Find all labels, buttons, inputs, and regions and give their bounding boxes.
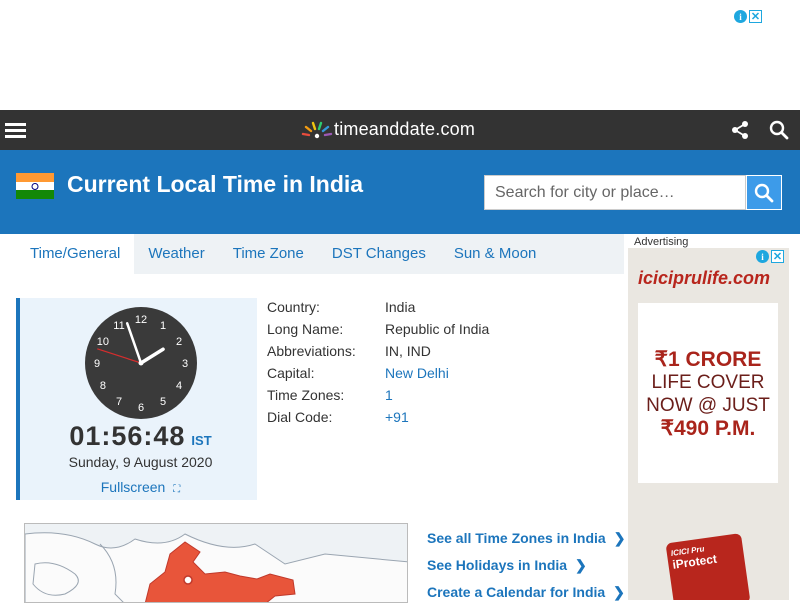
- clock-numeral: 5: [160, 396, 166, 408]
- ad-offer-line: NOW @ JUST: [646, 395, 770, 416]
- search-icon[interactable]: [769, 120, 789, 140]
- info-key: Time Zones:: [267, 387, 345, 403]
- ad-choices-control[interactable]: i ✕: [756, 250, 784, 263]
- info-key: Abbreviations:: [267, 343, 356, 359]
- page-banner: Current Local Time in India: [0, 150, 800, 234]
- city-search-input[interactable]: [484, 175, 746, 210]
- ad-offer-text: ₹1 CRORE LIFE COVER NOW @ JUST ₹490 P.M.: [638, 348, 778, 440]
- info-value: India: [385, 299, 416, 315]
- clock-numeral: 9: [94, 358, 100, 370]
- ad-offer-line: ₹490 P.M.: [660, 417, 756, 440]
- clock-numeral: 3: [182, 358, 188, 370]
- link-holidays[interactable]: See Holidays in India ❯: [427, 551, 625, 578]
- clock-numeral: 4: [176, 380, 182, 392]
- clock-panel: 12 1 2 3 4 5 6 7 8 9 10 11 01:56:48 IST Sunday, 9 Au…: [16, 298, 257, 500]
- info-row-country: Country: India: [267, 298, 489, 320]
- info-key: Long Name:: [267, 321, 344, 337]
- india-map[interactable]: [24, 523, 408, 603]
- share-icon[interactable]: [731, 120, 749, 140]
- map-graphic: [25, 524, 407, 602]
- link-label: See all Time Zones in India: [427, 529, 606, 546]
- tab-weather[interactable]: Weather: [134, 234, 218, 274]
- related-links: See all Time Zones in India ❯ See Holiday…: [427, 524, 625, 605]
- current-date: Sunday, 9 August 2020: [68, 454, 213, 470]
- country-info-table: Country: India Long Name: Republic of In…: [267, 298, 489, 430]
- section-tabs: Time/General Weather Time Zone DST Chang…: [16, 234, 624, 274]
- link-all-time-zones[interactable]: See all Time Zones in India ❯: [427, 524, 625, 551]
- analog-clock: 12 1234567891011: [85, 307, 197, 419]
- info-key: Capital:: [267, 365, 315, 381]
- clock-numeral: 7: [116, 396, 122, 408]
- clock-numeral: 8: [100, 380, 106, 392]
- ad-close-icon[interactable]: ✕: [749, 10, 762, 23]
- tab-sun-moon[interactable]: Sun & Moon: [440, 234, 551, 274]
- info-row-capital: Capital: New Delhi: [267, 364, 489, 386]
- tab-time-general[interactable]: Time/General: [16, 234, 135, 274]
- chevron-right-icon: ❯: [613, 583, 625, 600]
- clock-numeral: 2: [176, 336, 182, 348]
- clock-numeral: 11: [113, 320, 124, 332]
- chevron-right-icon: ❯: [575, 556, 587, 573]
- city-search-button[interactable]: [746, 175, 782, 210]
- clock-numeral: 6: [138, 402, 144, 414]
- ad-offer-line: ₹1 CRORE: [654, 348, 762, 371]
- info-row-time-zones: Time Zones: 1: [267, 386, 489, 408]
- sidebar-ad[interactable]: iciciprulife.com i ✕ ₹1 CRORE LIFE COVER…: [628, 248, 789, 600]
- ad-info-icon[interactable]: i: [756, 250, 769, 263]
- tab-dst-changes[interactable]: DST Changes: [318, 234, 440, 274]
- current-time: 01:56:48: [69, 421, 186, 451]
- capital-link[interactable]: New Delhi: [385, 364, 449, 386]
- time-zones-link[interactable]: 1: [385, 386, 393, 408]
- clock-numeral: 1: [160, 320, 166, 332]
- chevron-right-icon: ❯: [613, 529, 626, 546]
- info-value: IN, IND: [385, 343, 431, 359]
- link-create-calendar[interactable]: Create a Calendar for India ❯: [427, 578, 625, 605]
- info-row-long-name: Long Name: Republic of India: [267, 320, 489, 342]
- logo-text: timeanddate.com: [334, 119, 476, 139]
- capital-marker-icon: [183, 575, 193, 585]
- dial-code-link[interactable]: +91: [385, 408, 409, 430]
- india-flag-icon: [16, 173, 54, 199]
- digital-time: 01:56:48 IST: [20, 421, 261, 452]
- advertising-label: Advertising: [634, 236, 689, 248]
- top-nav-bar: timeanddate.com: [0, 110, 800, 150]
- ad-brand: iciciprulife.com: [638, 268, 771, 288]
- info-key: Dial Code:: [267, 409, 333, 425]
- ad-choices-control[interactable]: i ✕: [734, 10, 762, 23]
- link-label: Create a Calendar for India: [427, 583, 606, 600]
- link-label: See Holidays in India: [427, 556, 568, 573]
- top-ad-banner: i ✕: [0, 0, 800, 110]
- clock-numeral: 12: [135, 314, 147, 326]
- info-row-abbreviations: Abbreviations: IN, IND: [267, 342, 489, 364]
- site-logo[interactable]: timeanddate.com: [300, 119, 475, 140]
- info-row-dial-code: Dial Code: +91: [267, 408, 489, 430]
- page-title: Current Local Time in India: [67, 171, 364, 197]
- ad-offer-line: LIFE COVER: [651, 372, 765, 393]
- fullscreen-label: Fullscreen: [100, 479, 166, 495]
- clock-numeral: 10: [97, 336, 109, 348]
- ad-close-icon[interactable]: ✕: [771, 250, 784, 263]
- info-value: Republic of India: [385, 321, 490, 337]
- timezone-abbr: IST: [191, 433, 212, 448]
- ad-product-badge: ICICI Pru iProtect: [665, 533, 751, 600]
- ad-info-icon[interactable]: i: [734, 10, 747, 23]
- tab-time-zone[interactable]: Time Zone: [219, 234, 318, 274]
- search-icon: [754, 183, 774, 202]
- fullscreen-link[interactable]: Fullscreen ⛶: [20, 479, 261, 495]
- expand-icon: ⛶: [173, 484, 181, 495]
- logo-sunburst-icon: [301, 121, 333, 138]
- info-key: Country:: [267, 299, 320, 315]
- hamburger-menu-icon[interactable]: [5, 123, 26, 138]
